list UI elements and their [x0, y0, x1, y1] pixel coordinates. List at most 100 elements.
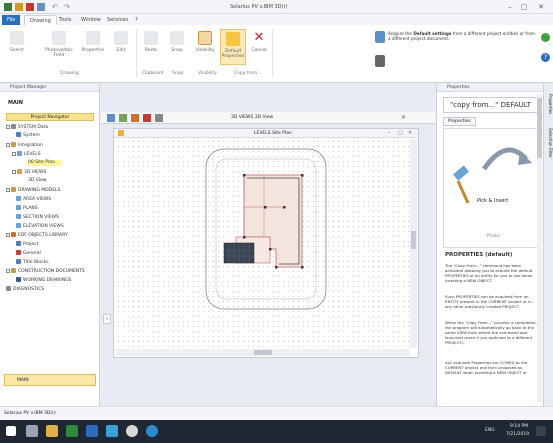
default-properties-button[interactable]: Default Properties	[220, 29, 246, 65]
doc-close-icon[interactable]: ✕	[401, 114, 406, 121]
notification-icon[interactable]	[536, 426, 546, 436]
scroll-thumb[interactable]	[537, 98, 542, 158]
viewport-close-icon[interactable]: ✕	[408, 130, 412, 136]
scroll-thumb[interactable]	[411, 231, 416, 249]
doc-tab-3d-view[interactable]: 3D VIEWS 3D View	[231, 115, 273, 120]
visibility-button[interactable]: Visibility	[194, 29, 216, 65]
maximize-button[interactable]: ▢	[519, 2, 529, 12]
app-taskbar-icon[interactable]	[86, 425, 98, 437]
panel-header: Project Manager	[0, 84, 99, 92]
view-toolbar[interactable]	[107, 114, 175, 122]
tray-date[interactable]: 7/21/2019	[506, 432, 529, 437]
tree-item[interactable]: ELEVATION VIEWS	[16, 223, 64, 230]
properties-tab[interactable]: Properties	[443, 117, 476, 126]
toolbar-icon[interactable]	[131, 114, 139, 122]
status-bar: Solarius PV v.IBM 3D(r)	[0, 406, 553, 420]
viewport-title: LEVELS Site Plan	[254, 131, 292, 136]
snap-button[interactable]: Snap	[166, 29, 188, 65]
properties-scrollbar[interactable]	[537, 94, 542, 402]
tree-item[interactable]: 3D VIEWS	[12, 169, 46, 176]
task-view-icon[interactable]	[26, 425, 38, 437]
photo-label: -Photo-	[485, 234, 502, 239]
tree-item[interactable]: SECTION VIEWS	[16, 214, 59, 221]
viewport-maximize-icon[interactable]: ▢	[398, 130, 403, 136]
tray-time[interactable]: 9:14 PM	[510, 424, 528, 429]
tree-item[interactable]: LEVELS	[12, 151, 41, 158]
tree-item[interactable]: DIAGNOSTICS	[6, 286, 44, 293]
start-icon[interactable]	[6, 426, 16, 436]
tab-services[interactable]: Services	[102, 15, 133, 25]
select-button[interactable]: Select	[6, 29, 28, 65]
tree-item[interactable]: Integration	[6, 142, 43, 149]
tree-item[interactable]: Project	[16, 241, 38, 248]
toolbar-icon[interactable]	[119, 114, 127, 122]
properties-button[interactable]: Properties	[80, 29, 106, 65]
group-drawing: Drawing	[60, 71, 79, 76]
browser-icon[interactable]	[126, 425, 138, 437]
viewport-minimize-icon[interactable]: –	[388, 130, 391, 136]
dropper-tip-icon	[375, 31, 385, 43]
cancel-button[interactable]: ✕ Cancel	[248, 29, 270, 65]
tray-language[interactable]: ENG	[485, 428, 495, 433]
info-icon[interactable]	[541, 33, 550, 42]
tab-drawing[interactable]: Drawing	[24, 15, 57, 25]
app-icon	[4, 3, 12, 11]
tree-item[interactable]: WORKING DRAWINGS	[16, 277, 71, 284]
tree-item[interactable]: Title Blocks	[16, 259, 49, 266]
tree-item[interactable]: AREA VIEWS	[16, 196, 51, 203]
toolbar-icon[interactable]	[143, 114, 151, 122]
save-icon[interactable]	[26, 3, 34, 11]
tab-help[interactable]: ?	[130, 15, 143, 25]
tree-item-selected[interactable]: 00 Site Plan	[28, 160, 61, 166]
side-tab-properties[interactable]: Properties	[545, 94, 553, 124]
app-taskbar-icon[interactable]	[66, 425, 78, 437]
app-taskbar-icon[interactable]	[106, 425, 118, 437]
tab-tools[interactable]: Tools	[54, 15, 76, 25]
tree-item[interactable]: 3D View	[28, 178, 46, 184]
tree-item[interactable]: DRAWING MODELS	[6, 187, 60, 194]
vertical-scrollbar[interactable]	[410, 139, 417, 348]
scroll-thumb[interactable]	[254, 350, 272, 355]
cursor-icon	[10, 31, 24, 45]
tree-item[interactable]: CONSTRUCTION DOCUMENTS	[6, 268, 85, 275]
edit-icon	[114, 31, 128, 45]
tree-item[interactable]: System	[16, 132, 40, 139]
dropper-body-icon	[456, 180, 470, 204]
ribbon-tabs: File Drawing Tools Window Services ?	[0, 14, 553, 25]
minimize-button[interactable]: –	[505, 2, 515, 12]
undo-icon[interactable]: ↶	[52, 3, 60, 11]
toolbar-icon[interactable]	[155, 114, 163, 122]
edit-button[interactable]: Edit	[110, 29, 132, 65]
tree-item[interactable]: PLANS	[16, 205, 38, 212]
tree-item[interactable]: EDF OBJECTS LIBRARY	[6, 232, 68, 239]
browser-icon[interactable]	[146, 425, 158, 437]
project-manager-panel: Project Manager MAIN Project Navigator S…	[0, 84, 100, 406]
document-tab-bar: 3D VIEWS 3D View ✕	[101, 112, 435, 124]
main-footer-button[interactable]: MAIN	[4, 374, 96, 386]
redo-icon[interactable]: ↷	[64, 3, 72, 11]
close-button[interactable]: ✕	[536, 2, 546, 12]
photovoltaic-field-button[interactable]: Photovoltaic Field	[44, 29, 74, 65]
paste-button[interactable]: Paste	[140, 29, 162, 65]
horizontal-scrollbar[interactable]	[116, 349, 410, 356]
toolbar-icon[interactable]	[107, 114, 115, 122]
collapse-left-icon[interactable]: ‹	[103, 314, 111, 324]
help-icon[interactable]: ?	[541, 53, 550, 62]
tree-item[interactable]: SYSTEM Data	[6, 124, 48, 131]
site-plan-viewport[interactable]: LEVELS Site Plan – ▢ ✕	[113, 128, 419, 358]
open-icon[interactable]	[15, 3, 23, 11]
file-explorer-icon[interactable]	[46, 425, 58, 437]
drawing-canvas[interactable]	[116, 139, 410, 348]
side-tab-selection-filter[interactable]: Selection Filter	[545, 128, 553, 168]
cancel-x-icon: ✕	[253, 30, 265, 45]
new-icon[interactable]	[37, 3, 45, 11]
ribbon-separator	[136, 29, 137, 77]
tree-item[interactable]: General	[16, 250, 41, 257]
tab-file[interactable]: File	[2, 15, 21, 25]
title-bar: ↶ ↷ Solarius PV v.IBM 3D(r) – ▢ ✕	[0, 0, 553, 14]
group-clipboard: Clipboard	[142, 71, 164, 76]
drawings-icon	[16, 277, 21, 282]
elevation-icon	[16, 223, 21, 228]
project-navigator-header[interactable]: Project Navigator	[6, 113, 94, 121]
ribbon-tip-text: Acquire the Default settings from a diff…	[388, 31, 536, 42]
